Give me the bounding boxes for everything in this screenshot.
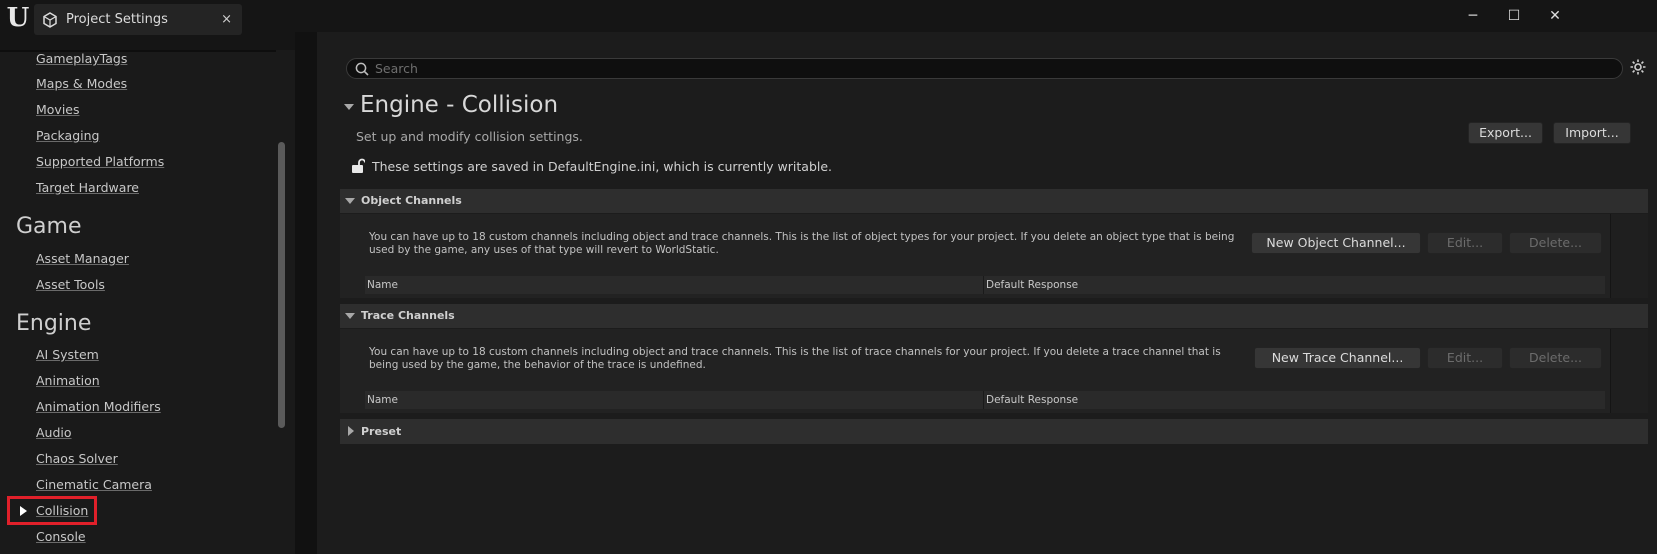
trace-channels-description: You can have up to 18 custom channels in… (369, 346, 1221, 371)
sidebar-item-target-hardware[interactable]: Target Hardware (36, 180, 139, 195)
trace-channels-side (1610, 329, 1648, 413)
tab-close-icon[interactable]: × (221, 4, 232, 35)
unlocked-icon (352, 158, 365, 173)
sidebar-item-maps-modes[interactable]: Maps & Modes (36, 76, 127, 91)
sidebar-section-engine: Engine (16, 311, 92, 336)
collapse-trace-channels-icon[interactable] (345, 313, 355, 319)
search-icon (355, 62, 369, 76)
sidebar-item-audio[interactable]: Audio (36, 425, 72, 440)
delete-trace-channel-button[interactable]: Delete... (1509, 347, 1602, 369)
search-box[interactable] (346, 58, 1623, 79)
sidebar-item-asset-manager[interactable]: Asset Manager (36, 251, 129, 266)
category-label: Trace Channels (361, 309, 455, 322)
category-label: Object Channels (361, 194, 462, 207)
edit-object-channel-button[interactable]: Edit... (1427, 232, 1503, 254)
sidebar-item-chaos-solver[interactable]: Chaos Solver (36, 451, 118, 466)
sidebar-item-collision[interactable]: Collision (36, 503, 88, 518)
panel-splitter[interactable] (295, 32, 317, 554)
column-name: Name (367, 394, 398, 406)
minimize-button[interactable]: ─ (1461, 6, 1485, 26)
column-name: Name (367, 279, 398, 291)
unreal-logo-icon[interactable]: U (4, 4, 32, 32)
import-button[interactable]: Import... (1553, 122, 1631, 144)
category-trace-channels[interactable]: Trace Channels (340, 304, 1648, 328)
expand-preset-icon[interactable] (348, 426, 354, 436)
category-label: Preset (361, 425, 402, 438)
sidebar-item-cinematic-camera[interactable]: Cinematic Camera (36, 477, 152, 492)
close-window-button[interactable]: ✕ (1543, 6, 1567, 26)
sidebar-item-movies[interactable]: Movies (36, 102, 80, 117)
object-channels-description: You can have up to 18 custom channels in… (369, 231, 1235, 256)
maximize-button[interactable]: ☐ (1502, 6, 1526, 26)
tab-title: Project Settings (66, 12, 168, 27)
object-channels-side (1610, 214, 1648, 298)
new-object-channel-button[interactable]: New Object Channel... (1251, 232, 1421, 254)
column-separator[interactable] (983, 391, 984, 409)
category-object-channels[interactable]: Object Channels (340, 189, 1648, 213)
sidebar-item-animation[interactable]: Animation (36, 373, 100, 388)
sidebar-item-gameplaytags[interactable]: GameplayTags (36, 51, 127, 66)
trace-channels-table-header: Name Default Response (365, 391, 1605, 409)
export-button[interactable]: Export... (1468, 122, 1543, 144)
config-save-note: These settings are saved in DefaultEngin… (372, 159, 833, 174)
sidebar-item-supported-platforms[interactable]: Supported Platforms (36, 154, 164, 169)
object-channels-table-header: Name Default Response (365, 276, 1605, 294)
expand-arrow-icon[interactable] (20, 506, 27, 516)
new-trace-channel-button[interactable]: New Trace Channel... (1254, 347, 1421, 369)
edit-trace-channel-button[interactable]: Edit... (1427, 347, 1503, 369)
gear-icon[interactable] (1629, 58, 1647, 76)
column-separator[interactable] (983, 276, 984, 294)
sidebar-item-asset-tools[interactable]: Asset Tools (36, 277, 105, 292)
sidebar-scrollbar[interactable] (278, 142, 285, 428)
sidebar-section-game: Game (16, 214, 82, 239)
column-default-response: Default Response (986, 279, 1079, 291)
sidebar-item-console[interactable]: Console (36, 529, 86, 544)
column-default-response: Default Response (986, 394, 1079, 406)
tab-project-settings[interactable]: Project Settings × (34, 4, 242, 35)
delete-object-channel-button[interactable]: Delete... (1509, 232, 1602, 254)
category-preset[interactable]: Preset (340, 419, 1648, 444)
settings-cube-icon (43, 12, 57, 28)
search-input[interactable] (375, 59, 1575, 78)
page-description: Set up and modify collision settings. (356, 129, 583, 144)
page-title: Engine - Collision (360, 92, 559, 118)
collapse-object-channels-icon[interactable] (345, 198, 355, 204)
sidebar-item-ai-system[interactable]: AI System (36, 347, 99, 362)
collapse-section-icon[interactable] (344, 104, 354, 110)
sidebar-item-packaging[interactable]: Packaging (36, 128, 99, 143)
sidebar-item-animation-modifiers[interactable]: Animation Modifiers (36, 399, 161, 414)
